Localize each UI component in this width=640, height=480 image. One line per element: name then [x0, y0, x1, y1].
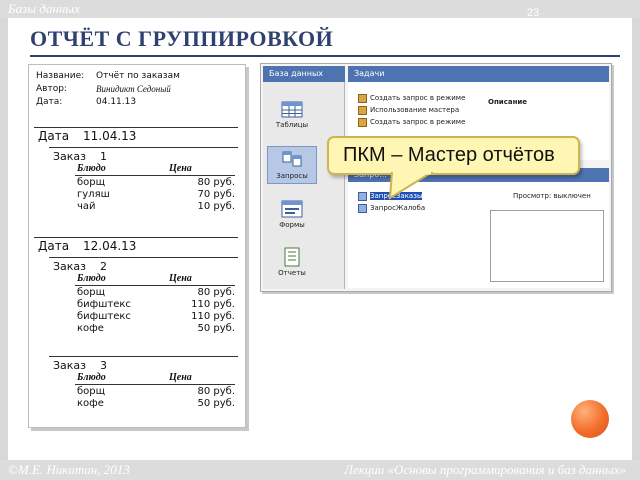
- course-label: Базы данных: [8, 1, 80, 16]
- order-rule: [49, 147, 238, 148]
- column-header-rule: [75, 384, 235, 385]
- report-preview: Название: Отчёт по заказам Автор: Винидикт …: [28, 64, 246, 428]
- order-item-price: 50 руб.: [197, 323, 235, 334]
- column-header-dish: Блюдо: [77, 372, 106, 383]
- task-item[interactable]: Создать запрос в режиме: [358, 118, 466, 127]
- navigation-pane: База данных Таблицы Запросы Формы Отчеты: [263, 66, 345, 289]
- order-item-dish: бифштекс: [77, 299, 131, 310]
- report-header-row: Автор: Винидикт Седоный: [36, 84, 236, 96]
- report-header-key: Автор:: [36, 84, 67, 94]
- report-icon: [267, 247, 317, 267]
- group-rule: [34, 127, 238, 128]
- column-header-price: Цена: [169, 273, 192, 284]
- order-item-dish: борщ: [77, 287, 106, 298]
- report-header-row: Дата: 04.11.13: [36, 97, 236, 109]
- slide-title: ОТЧЁТ С ГРУППИРОВКОЙ: [30, 26, 334, 51]
- page-number: 23: [527, 7, 540, 19]
- order-group-value: 1: [100, 150, 107, 163]
- nav-item-table[interactable]: Таблицы: [267, 96, 317, 134]
- query-icon: [268, 150, 316, 170]
- task-wizard-icon: [358, 106, 367, 115]
- preview-toggle-label[interactable]: Просмотр: выключен: [513, 192, 591, 200]
- order-item-dish: бифштекс: [77, 311, 131, 322]
- nav-item-form[interactable]: Формы: [267, 196, 317, 234]
- order-item-price: 10 руб.: [197, 201, 235, 212]
- query-object-label: ЗапросЖалоба: [370, 204, 426, 212]
- nav-item-label: Запросы: [276, 172, 308, 180]
- task-item[interactable]: Использование мастера: [358, 106, 460, 115]
- order-group-header: Заказ 1: [53, 150, 173, 164]
- nav-item-report[interactable]: Отчеты: [267, 244, 317, 282]
- report-header-key: Дата:: [36, 97, 63, 107]
- query-object-icon: [358, 192, 367, 201]
- task-wizard-icon: [358, 94, 367, 103]
- task-item-label: Создать запрос в режиме: [370, 94, 466, 102]
- task-item-label: Создать запрос в режиме: [370, 118, 466, 126]
- column-header-rule: [75, 285, 235, 286]
- task-wizard-icon: [358, 118, 367, 127]
- order-item-dish: борщ: [77, 177, 106, 188]
- order-group-header: Заказ 2: [53, 260, 173, 274]
- order-item-price: 80 руб.: [197, 287, 235, 298]
- order-group-value: 3: [100, 359, 107, 372]
- group-rule: [34, 237, 238, 238]
- query-object-item[interactable]: ЗапросЖалоба: [358, 204, 426, 213]
- date-group-label: Дата: [38, 239, 70, 253]
- nav-item-label: Формы: [279, 221, 305, 229]
- callout-pointer: [388, 172, 434, 200]
- title-underline: [30, 55, 620, 57]
- order-group-label: Заказ: [53, 359, 87, 372]
- order-group-value: 2: [100, 260, 107, 273]
- date-group-header: Дата 12.04.13: [38, 239, 188, 255]
- report-header-row: Название: Отчёт по заказам: [36, 71, 236, 83]
- order-item-price: 80 руб.: [197, 386, 235, 397]
- preview-area: [490, 210, 604, 282]
- date-group-value: 11.04.13: [83, 129, 137, 143]
- report-header-value: 04.11.13: [96, 97, 137, 107]
- order-item-dish: борщ: [77, 386, 106, 397]
- order-item-dish: кофе: [77, 323, 104, 334]
- column-header-dish: Блюдо: [77, 273, 106, 284]
- query-object-icon: [358, 204, 367, 213]
- report-header-value: Винидикт Седоный: [96, 84, 171, 94]
- footer-course: Лекции «Основы программирования и баз да…: [344, 462, 626, 477]
- order-rule: [49, 257, 238, 258]
- nav-item-label: Отчеты: [278, 269, 306, 277]
- order-group-label: Заказ: [53, 260, 87, 273]
- order-item-price: 70 руб.: [197, 189, 235, 200]
- footer-author: ©М.Е. Никитин, 2013: [8, 462, 130, 477]
- order-item-price: 80 руб.: [197, 177, 235, 188]
- order-rule: [49, 356, 238, 357]
- order-group-label: Заказ: [53, 150, 87, 163]
- tasks-pane-header: Задачи: [348, 66, 609, 82]
- report-header-key: Название:: [36, 71, 85, 81]
- nav-item-query[interactable]: Запросы: [267, 146, 317, 184]
- form-icon: [267, 199, 317, 219]
- task-item-label: Использование мастера: [370, 106, 460, 114]
- order-item-price: 50 руб.: [197, 398, 235, 409]
- date-group-header: Дата 11.04.13: [38, 129, 188, 145]
- description-column-label: Описание: [488, 98, 528, 106]
- column-header-price: Цена: [169, 372, 192, 383]
- order-group-header: Заказ 3: [53, 359, 173, 373]
- nav-pane-header: База данных: [263, 66, 345, 82]
- nav-item-label: Таблицы: [275, 121, 309, 129]
- column-header-price: Цена: [169, 163, 192, 174]
- report-header-value: Отчёт по заказам: [96, 71, 180, 81]
- decorative-orange-ball: [571, 400, 609, 438]
- order-item-dish: гуляш: [77, 189, 110, 200]
- context-menu-tip-callout: ПКМ – Мастер отчётов: [327, 136, 580, 175]
- order-item-price: 110 руб.: [191, 311, 235, 322]
- table-icon: [267, 99, 317, 119]
- order-item-dish: кофе: [77, 398, 104, 409]
- task-item[interactable]: Создать запрос в режиме: [358, 94, 466, 103]
- order-item-dish: чай: [77, 201, 96, 212]
- date-group-label: Дата: [38, 129, 70, 143]
- column-header-dish: Блюдо: [77, 163, 106, 174]
- date-group-value: 12.04.13: [83, 239, 137, 253]
- order-item-price: 110 руб.: [191, 299, 235, 310]
- column-header-rule: [75, 175, 235, 176]
- top-band: [0, 0, 640, 18]
